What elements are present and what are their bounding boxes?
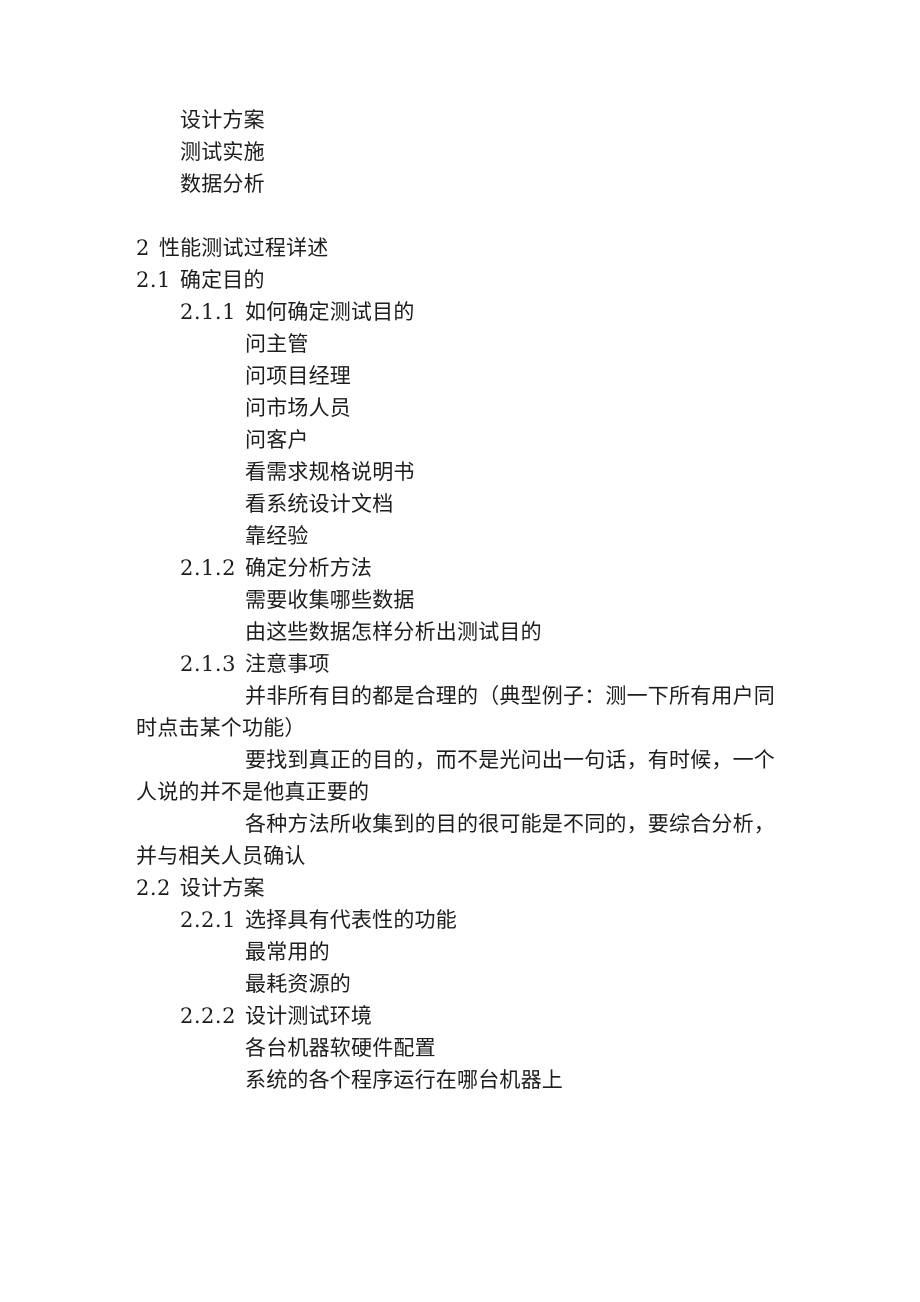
section-title: 注意事项 — [244, 652, 330, 676]
section-title: 确定分析方法 — [244, 556, 373, 580]
section-title: 如何确定测试目的 — [244, 300, 415, 324]
outline-item: 问项目经理 — [136, 360, 792, 392]
section-number: 2.2.2 — [180, 1004, 236, 1028]
outline-item: 各台机器软硬件配置 — [136, 1032, 792, 1064]
outline-item: 由这些数据怎样分析出测试目的 — [136, 616, 792, 648]
outline-item-label: 测试实施 — [180, 140, 265, 164]
outline-item-label: 各台机器软硬件配置 — [245, 1036, 436, 1060]
outline-item: 系统的各个程序运行在哪台机器上 — [136, 1064, 792, 1096]
section-number: 2.1 — [136, 268, 171, 292]
section-heading: 2.1.2 确定分析方法 — [136, 552, 792, 584]
outline-item: 设计方案 — [136, 104, 792, 136]
outline-item-label: 最常用的 — [245, 940, 330, 964]
section-number: 2.1.3 — [180, 652, 236, 676]
outline-item: 看需求规格说明书 — [136, 456, 792, 488]
outline-item-label: 由这些数据怎样分析出测试目的 — [245, 620, 542, 644]
outline-item-label: 最耗资源的 — [245, 972, 351, 996]
outline-item-label: 看系统设计文档 — [245, 492, 394, 516]
outline-item: 最常用的 — [136, 936, 792, 968]
section-heading: 2.1.1 如何确定测试目的 — [136, 296, 792, 328]
outline-item: 问客户 — [136, 424, 792, 456]
section-title: 选择具有代表性的功能 — [244, 908, 457, 932]
outline-item-label: 系统的各个程序运行在哪台机器上 — [245, 1068, 563, 1092]
document-body: 设计方案 测试实施 数据分析 2 性能测试过程详述 2.1 确定目的 2.1.1 如何确定测试目… — [136, 104, 792, 1096]
section-heading: 2 性能测试过程详述 — [136, 232, 792, 264]
outline-item: 最耗资源的 — [136, 968, 792, 1000]
outline-item-label: 看需求规格说明书 — [245, 460, 415, 484]
body-paragraph: 要找到真正的目的，而不是光问出一句话，有时候，一个人说的并不是他真正要的 — [136, 748, 775, 804]
section-number: 2.1.2 — [180, 556, 236, 580]
section-heading: 2.2 设计方案 — [136, 872, 792, 904]
body-paragraph: 各种方法所收集到的目的很可能是不同的，要综合分析，并与相关人员确认 — [136, 812, 775, 868]
outline-item: 问市场人员 — [136, 392, 792, 424]
outline-item-label: 问客户 — [245, 428, 309, 452]
outline-item-label: 问市场人员 — [245, 396, 351, 420]
section-number: 2 — [136, 236, 150, 260]
section-heading: 2.1.3 注意事项 — [136, 648, 792, 680]
outline-item: 需要收集哪些数据 — [136, 584, 792, 616]
section-title: 确定目的 — [179, 268, 265, 292]
section-title: 设计方案 — [179, 876, 265, 900]
outline-item: 测试实施 — [136, 136, 792, 168]
outline-item-label: 问主管 — [245, 332, 309, 356]
outline-item-label: 靠经验 — [245, 524, 309, 548]
section-heading: 2.1 确定目的 — [136, 264, 792, 296]
section-number: 2.2 — [136, 876, 171, 900]
document-page: 设计方案 测试实施 数据分析 2 性能测试过程详述 2.1 确定目的 2.1.1 如何确定测试目… — [0, 0, 920, 1302]
section-number: 2.1.1 — [180, 300, 236, 324]
section-heading: 2.2.1 选择具有代表性的功能 — [136, 904, 792, 936]
outline-item: 数据分析 — [136, 168, 792, 200]
outline-item-label: 设计方案 — [180, 108, 265, 132]
outline-item-label: 需要收集哪些数据 — [245, 588, 415, 612]
body-paragraph: 并非所有目的都是合理的（典型例子：测一下所有用户同时点击某个功能） — [136, 684, 775, 740]
outline-item: 靠经验 — [136, 520, 792, 552]
outline-item-label: 数据分析 — [180, 172, 265, 196]
section-number: 2.2.1 — [180, 908, 236, 932]
outline-item-label: 问项目经理 — [245, 364, 351, 388]
section-title: 性能测试过程详述 — [158, 236, 329, 260]
section-title: 设计测试环境 — [244, 1004, 373, 1028]
outline-item: 问主管 — [136, 328, 792, 360]
section-heading: 2.2.2 设计测试环境 — [136, 1000, 792, 1032]
outline-item: 看系统设计文档 — [136, 488, 792, 520]
